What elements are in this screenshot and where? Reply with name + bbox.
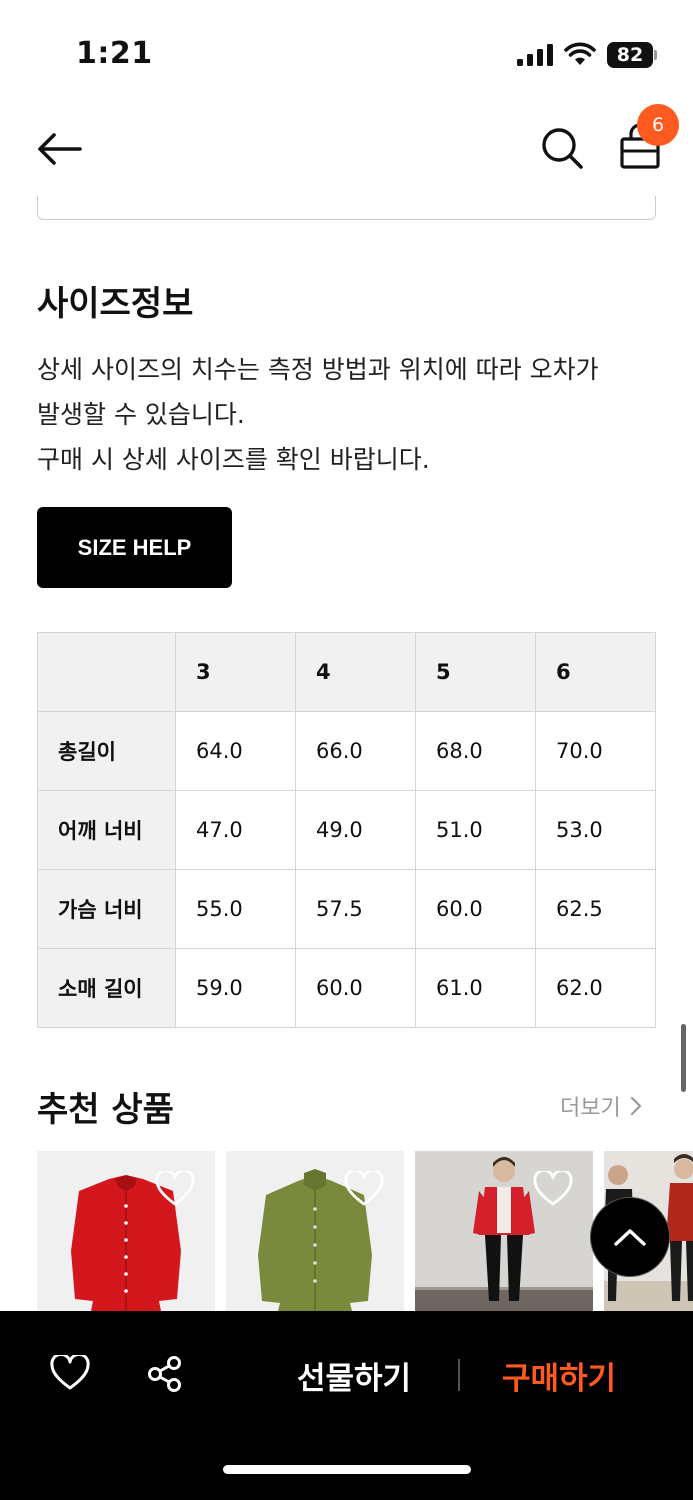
- status-bar: 1:21 82: [0, 0, 693, 100]
- table-cell: 66.0: [295, 711, 416, 791]
- description-line: 구매 시 상세 사이즈를 확인 바랍니다.: [37, 445, 430, 474]
- home-indicator: [223, 1465, 471, 1474]
- table-cell: 49.0: [295, 790, 416, 870]
- product-card[interactable]: [37, 1151, 215, 1311]
- top-nav: [0, 100, 693, 200]
- heart-icon[interactable]: [50, 1355, 90, 1391]
- table-cell: 47.0: [175, 790, 296, 870]
- table-cell: 61.0: [415, 948, 536, 1028]
- row-label: 소매 길이: [37, 948, 176, 1028]
- status-time: 1:21: [76, 36, 153, 71]
- table-cell: 60.0: [415, 869, 536, 949]
- table-cell: 55.0: [175, 869, 296, 949]
- battery-indicator: 82: [607, 42, 657, 68]
- table-row: 총길이 64.0 66.0 68.0 70.0: [37, 711, 656, 791]
- table-cell: 64.0: [175, 711, 296, 791]
- size-table: 3 4 5 6 총길이 64.0 66.0 68.0 70.0 어깨 너비 47…: [37, 632, 656, 1028]
- table-header-cell: 4: [295, 632, 416, 712]
- cellular-signal-icon: [517, 44, 553, 66]
- table-cell: 68.0: [415, 711, 536, 791]
- table-cell: 62.0: [535, 948, 656, 1028]
- heart-icon[interactable]: [533, 1171, 573, 1207]
- recommend-title: 추천 상품: [37, 1090, 174, 1130]
- table-cell: 51.0: [415, 790, 536, 870]
- row-label: 가슴 너비: [37, 869, 176, 949]
- table-row: 소매 길이 59.0 60.0 61.0 62.0: [37, 948, 656, 1028]
- battery-level: 82: [607, 42, 653, 68]
- heart-icon[interactable]: [155, 1171, 195, 1207]
- table-cell: 53.0: [535, 790, 656, 870]
- table-header-row: 3 4 5 6: [37, 632, 656, 712]
- divider: [458, 1359, 460, 1391]
- description-line: 발생할 수 있습니다.: [37, 400, 245, 429]
- cart-count-badge: 6: [637, 104, 679, 146]
- share-icon[interactable]: [147, 1355, 183, 1393]
- size-info-description: 상세 사이즈의 치수는 측정 방법과 위치에 따라 오차가 발생할 수 있습니다…: [37, 347, 662, 482]
- row-label: 어깨 너비: [37, 790, 176, 870]
- see-more-link[interactable]: 더보기: [560, 1090, 643, 1122]
- previous-section-box: [37, 196, 656, 220]
- scroll-to-top-button[interactable]: [590, 1197, 670, 1277]
- table-row: 가슴 너비 55.0 57.5 60.0 62.5: [37, 869, 656, 949]
- table-header-cell: [37, 632, 176, 712]
- see-more-label: 더보기: [560, 1096, 621, 1121]
- product-card[interactable]: [415, 1151, 593, 1311]
- table-header-cell: 3: [175, 632, 296, 712]
- chevron-up-icon: [614, 1229, 646, 1246]
- table-cell: 57.5: [295, 869, 416, 949]
- wifi-icon: [564, 42, 596, 65]
- table-row: 어깨 너비 47.0 49.0 51.0 53.0: [37, 790, 656, 870]
- table-cell: 60.0: [295, 948, 416, 1028]
- size-help-button[interactable]: SIZE HELP: [37, 507, 232, 588]
- gift-button[interactable]: 선물하기: [297, 1353, 411, 1398]
- table-cell: 59.0: [175, 948, 296, 1028]
- table-cell: 62.5: [535, 869, 656, 949]
- table-cell: 70.0: [535, 711, 656, 791]
- back-arrow-icon[interactable]: [36, 132, 82, 166]
- heart-icon[interactable]: [344, 1171, 384, 1207]
- row-label: 총길이: [37, 711, 176, 791]
- description-line: 상세 사이즈의 치수는 측정 방법과 위치에 따라 오차가: [37, 355, 599, 384]
- table-header-cell: 6: [535, 632, 656, 712]
- bottom-action-bar: 선물하기 구매하기: [0, 1311, 693, 1500]
- search-icon[interactable]: [540, 126, 584, 170]
- product-card[interactable]: [226, 1151, 404, 1311]
- scrollbar[interactable]: [681, 1024, 686, 1092]
- chevron-right-icon: [630, 1096, 641, 1116]
- size-info-title: 사이즈정보: [37, 284, 194, 324]
- battery-cap: [654, 50, 657, 60]
- table-header-cell: 5: [415, 632, 536, 712]
- buy-button[interactable]: 구매하기: [502, 1353, 616, 1398]
